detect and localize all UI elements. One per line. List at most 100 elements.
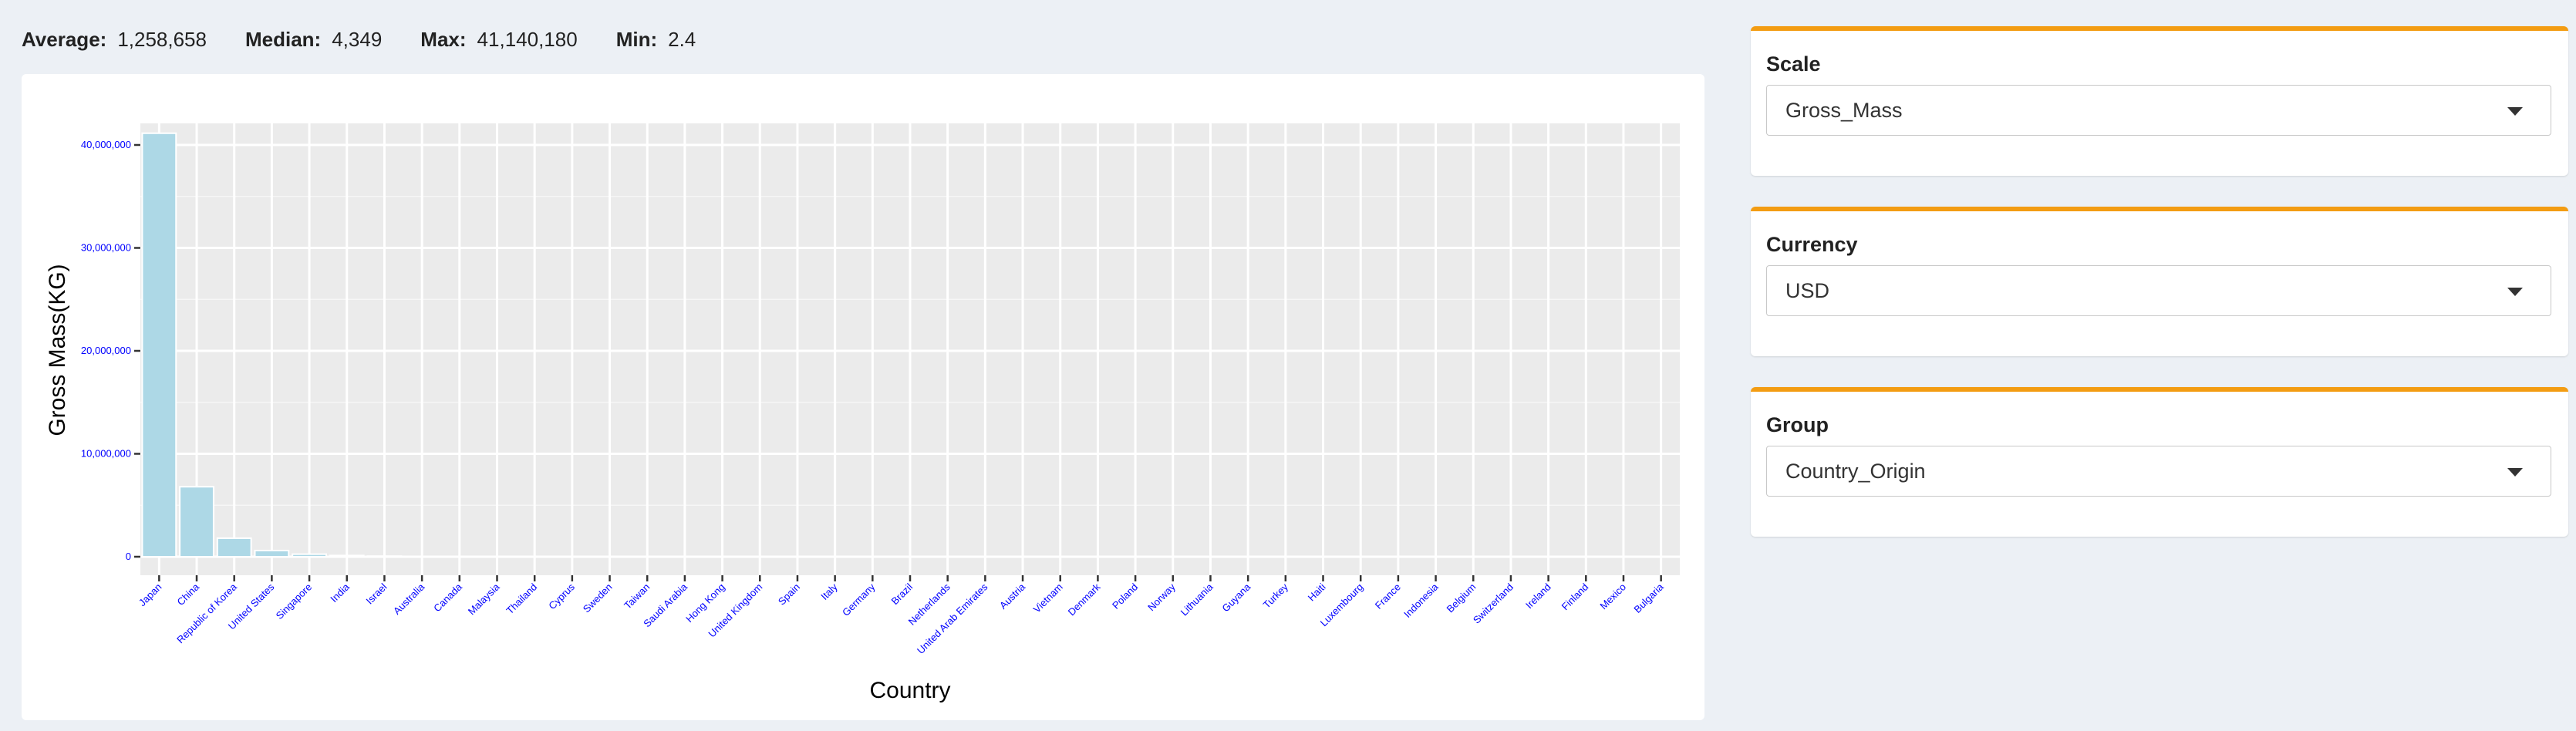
- y-tick-label: 0: [126, 551, 131, 562]
- bar: [1118, 555, 1154, 558]
- bar: [1530, 555, 1566, 558]
- summary-stats: Average: 1,258,658 Median: 4,349 Max: 41,14…: [22, 28, 696, 52]
- x-tick-label: Singapore: [274, 581, 315, 622]
- x-tick-label: Guyana: [1219, 581, 1253, 614]
- x-tick-label: Austria: [997, 581, 1028, 611]
- y-tick-label: 20,000,000: [81, 345, 131, 356]
- x-tick-label: Denmark: [1066, 581, 1103, 618]
- bar: [554, 555, 590, 558]
- x-tick-label: India: [328, 581, 352, 605]
- currency-select-value: USD: [1785, 279, 1830, 302]
- bar: [366, 555, 403, 558]
- bar: [1493, 555, 1529, 558]
- currency-select[interactable]: USD: [1766, 265, 2551, 316]
- bar: [1080, 555, 1116, 558]
- bar: [404, 555, 440, 558]
- y-tick-label: 10,000,000: [81, 448, 131, 460]
- x-tick-label: Taiwan: [622, 581, 652, 611]
- bar: [817, 555, 853, 558]
- scale-panel: Scale Gross_Mass: [1751, 26, 2568, 176]
- bar: [1155, 555, 1191, 558]
- bar: [1005, 555, 1040, 558]
- stat-average: Average: 1,258,658: [22, 28, 207, 52]
- x-tick-label: Canada: [431, 581, 464, 614]
- y-axis-title: Gross Mass(KG): [45, 264, 70, 436]
- bar: [666, 555, 703, 558]
- bar-chart: 0 10,000,000 20,000,000 30,000,000 40,000,00…: [45, 123, 1680, 703]
- max-label: Max:: [420, 28, 467, 51]
- bar: [179, 486, 214, 558]
- x-tick-label: Ireland: [1523, 581, 1553, 611]
- bar: [479, 555, 515, 558]
- x-tick-label: Cyprus: [546, 581, 577, 611]
- stat-median: Median: 4,349: [245, 28, 382, 52]
- scale-label: Scale: [1766, 52, 1821, 76]
- x-tick-label: Mexico: [1597, 581, 1628, 612]
- bar: [216, 537, 252, 558]
- x-tick-label: Spain: [776, 581, 802, 608]
- caret-down-icon: [2507, 288, 2523, 296]
- bar: [742, 555, 778, 558]
- x-axis-title: Country: [869, 678, 950, 703]
- x-tick-label: Switzerland: [1471, 581, 1516, 626]
- average-label: Average:: [22, 28, 107, 51]
- median-label: Median:: [244, 28, 322, 51]
- x-tick-label: Brazil: [889, 581, 915, 607]
- y-tick-label: 30,000,000: [81, 242, 131, 254]
- bar: [254, 549, 290, 558]
- bar: [1643, 555, 1679, 558]
- bar: [292, 553, 327, 558]
- x-tick-label: Bulgaria: [1631, 581, 1666, 615]
- caret-down-icon: [2507, 468, 2523, 477]
- caret-down-icon: [2507, 107, 2523, 116]
- bar: [629, 555, 666, 558]
- group-label: Group: [1766, 413, 1829, 436]
- scale-select[interactable]: Gross_Mass: [1766, 85, 2551, 136]
- bar: [1455, 555, 1492, 558]
- bar: [517, 555, 553, 558]
- group-select[interactable]: Country_Origin: [1766, 446, 2551, 497]
- bar: [1192, 555, 1229, 558]
- scale-select-value: Gross_Mass: [1785, 99, 1903, 122]
- bar: [329, 554, 365, 558]
- currency-panel: Currency USD: [1751, 207, 2568, 356]
- x-tick-label: Turkey: [1261, 581, 1291, 611]
- x-tick-label: France: [1373, 581, 1403, 611]
- bar: [892, 555, 928, 558]
- x-tick-label: Germany: [840, 581, 878, 618]
- stat-max: Max: 41,140,180: [420, 28, 577, 52]
- bar: [1042, 555, 1078, 558]
- x-tick-label: Lithuania: [1178, 581, 1216, 618]
- x-tick-label: China: [175, 581, 202, 608]
- bar: [1305, 555, 1341, 558]
- bar: [704, 555, 740, 558]
- x-tick-label: Indonesia: [1401, 581, 1441, 620]
- x-tick-label: Vietnam: [1031, 581, 1065, 615]
- bar: [441, 555, 477, 558]
- x-tick-label: Malaysia: [466, 581, 502, 617]
- median-value: 4,349: [332, 28, 383, 51]
- bar: [1380, 555, 1416, 558]
- group-select-value: Country_Origin: [1785, 460, 1926, 483]
- x-tick-label: Norway: [1145, 581, 1178, 613]
- bar: [780, 555, 815, 558]
- stat-min: Min: 2.4: [616, 28, 696, 52]
- x-tick-label: Thailand: [504, 581, 539, 617]
- bar: [1230, 555, 1266, 558]
- x-tick-label: United Arab Emirates: [915, 581, 990, 656]
- bar: [967, 555, 1003, 558]
- x-tick-label: Belgium: [1445, 581, 1479, 615]
- max-value: 41,140,180: [477, 28, 578, 51]
- bar: [1343, 555, 1379, 558]
- group-panel: Group Country_Origin: [1751, 387, 2568, 537]
- x-tick-label: Australia: [391, 581, 427, 617]
- x-tick-label: Haiti: [1306, 581, 1328, 603]
- bar: [592, 555, 628, 558]
- x-tick-label: Israel: [363, 581, 389, 606]
- bar: [1606, 555, 1641, 558]
- bar: [1418, 555, 1454, 558]
- bar: [855, 555, 891, 558]
- x-tick-label: Poland: [1110, 581, 1140, 611]
- x-tick-label: Italy: [818, 581, 840, 602]
- bar: [141, 132, 177, 558]
